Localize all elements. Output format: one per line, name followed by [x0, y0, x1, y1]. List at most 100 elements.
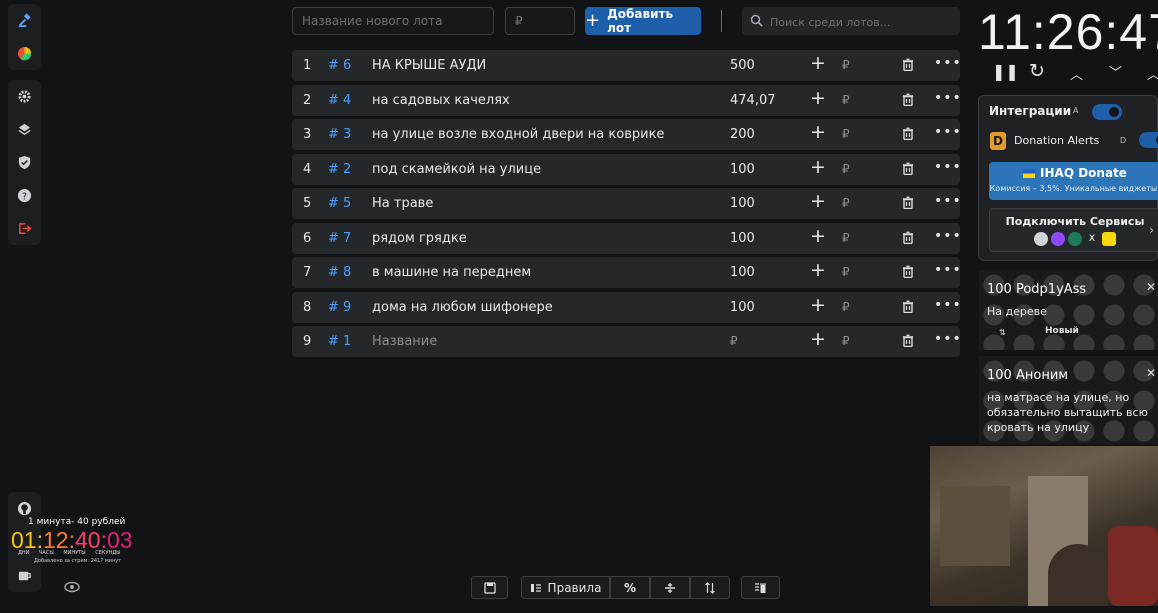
integrations-toggle[interactable] — [1092, 104, 1122, 120]
more-options-icon[interactable]: ••• — [934, 55, 962, 71]
trash-icon[interactable] — [902, 300, 914, 313]
lot-row[interactable]: 6 # 7 рядом грядке 100 + ₽ ••• — [292, 222, 962, 254]
plus-icon[interactable]: + — [810, 192, 826, 211]
plus-icon[interactable]: + — [810, 54, 826, 73]
donation-alerts-toggle[interactable] — [1139, 132, 1158, 148]
add-amount-input[interactable]: ₽ — [842, 93, 850, 107]
lot-name[interactable]: дома на любом шифонере — [372, 300, 553, 315]
lot-row[interactable]: 5 # 5 На траве 100 + ₽ ••• — [292, 188, 962, 219]
lot-row[interactable]: 1 # 6 НА КРЫШЕ АУДИ 500 + ₽ ••• — [292, 50, 962, 81]
new-lot-name-input[interactable] — [292, 7, 494, 35]
add-amount-input[interactable]: ₽ — [842, 58, 850, 72]
plus-icon[interactable]: + — [810, 261, 826, 280]
layers-icon[interactable] — [8, 113, 41, 146]
plus-icon[interactable]: + — [810, 226, 826, 246]
lot-amount[interactable]: 500 — [730, 58, 755, 73]
percent-button[interactable]: % — [610, 576, 650, 599]
plus-icon[interactable]: + — [810, 295, 826, 315]
lot-amount[interactable]: 100 — [730, 231, 755, 246]
eye-icon[interactable] — [64, 580, 80, 594]
ihaq-donate-button[interactable]: IHAQ Donate Комиссия – 3,5%. Уникальные … — [989, 162, 1158, 200]
lot-name[interactable]: На траве — [372, 196, 433, 211]
plus-icon[interactable]: + — [810, 123, 826, 142]
lot-amount[interactable]: ₽ — [730, 334, 738, 348]
connect-services-button[interactable]: Подключить Сервисы X › — [989, 208, 1158, 252]
lot-name[interactable]: НА КРЫШЕ АУДИ — [372, 58, 486, 73]
logout-icon[interactable] — [8, 212, 41, 245]
split-button[interactable] — [650, 576, 690, 599]
chevron-up-icon[interactable]: ︿ — [1070, 64, 1083, 83]
search-icon — [750, 14, 763, 27]
add-amount-input[interactable]: ₽ — [842, 334, 850, 348]
add-amount-input[interactable]: ₽ — [842, 162, 850, 176]
search-input[interactable] — [768, 7, 960, 37]
plus-icon[interactable]: + — [810, 157, 826, 177]
gear-icon[interactable] — [8, 80, 41, 113]
new-lot-price-input[interactable] — [505, 7, 575, 35]
trash-icon[interactable] — [902, 162, 914, 175]
more-options-icon[interactable]: ••• — [934, 90, 962, 106]
collapse-icon[interactable]: ︿ — [1147, 64, 1158, 83]
sort-button[interactable] — [690, 576, 730, 599]
lot-name[interactable]: на улице возле входной двери на коврике — [372, 127, 664, 142]
lot-amount[interactable]: 100 — [730, 300, 755, 315]
plus-icon[interactable]: + — [810, 88, 826, 108]
lot-name[interactable]: в машине на переднем — [372, 265, 531, 280]
lot-amount[interactable]: 474,07 — [730, 93, 776, 108]
shield-icon[interactable] — [8, 146, 41, 179]
more-options-icon[interactable]: ••• — [934, 297, 962, 313]
donation-alerts-label: Donation Alerts — [1014, 134, 1100, 147]
stream-clock: 11:26:47 — [978, 4, 1158, 60]
more-options-icon[interactable]: ••• — [934, 262, 962, 278]
lot-row[interactable]: 7 # 8 в машине на переднем 100 + ₽ ••• — [292, 257, 962, 288]
link-icon — [1068, 232, 1082, 246]
lot-amount[interactable]: 100 — [730, 162, 755, 177]
lot-row[interactable]: 2 # 4 на садовых качелях 474,07 + ₽ ••• — [292, 84, 962, 116]
trash-icon[interactable] — [902, 265, 914, 279]
help-icon[interactable]: ? — [8, 179, 41, 212]
trash-icon[interactable] — [902, 231, 914, 244]
trash-icon[interactable] — [902, 334, 914, 348]
lot-amount[interactable]: 100 — [730, 265, 755, 280]
close-icon[interactable]: ✕ — [1146, 366, 1156, 380]
add-amount-input[interactable]: ₽ — [842, 231, 850, 245]
close-icon[interactable]: ✕ — [1146, 280, 1156, 294]
lot-row[interactable]: 3 # 3 на улице возле входной двери на ковр… — [292, 119, 962, 150]
lot-amount[interactable]: 200 — [730, 127, 755, 142]
trash-icon[interactable] — [902, 93, 914, 106]
add-amount-input[interactable]: ₽ — [842, 127, 850, 141]
more-options-icon[interactable]: ••• — [934, 331, 962, 347]
trash-icon[interactable] — [902, 58, 914, 72]
add-amount-input[interactable]: ₽ — [842, 196, 850, 210]
reset-icon[interactable]: ↻ — [1029, 60, 1045, 82]
add-amount-input[interactable]: ₽ — [842, 300, 850, 314]
chevron-down-icon[interactable]: ﹀ — [1109, 62, 1122, 81]
rules-button[interactable]: Правила — [521, 576, 610, 599]
add-lot-button[interactable]: + Добавить лот — [585, 7, 701, 35]
donation-card[interactable]: 100 Аноним на матрасе на улице, но обяза… — [979, 356, 1158, 444]
auction-hammer-icon[interactable] — [8, 4, 41, 37]
pause-icon[interactable]: ❚❚ — [992, 62, 1019, 81]
plus-icon[interactable]: + — [810, 330, 826, 349]
lot-row[interactable]: 9 # 1 Название ₽ + ₽ ••• — [292, 326, 962, 357]
lot-name[interactable]: рядом грядке — [372, 231, 467, 246]
lot-id: # 6 — [328, 58, 352, 73]
lot-amount[interactable]: 100 — [730, 196, 755, 211]
lot-name[interactable]: на садовых качелях — [372, 93, 510, 108]
more-options-icon[interactable]: ••• — [934, 228, 962, 244]
trash-icon[interactable] — [902, 196, 914, 210]
more-options-icon[interactable]: ••• — [934, 159, 962, 175]
lot-name[interactable]: Название — [372, 334, 437, 349]
donation-card[interactable]: 100 Podp1yAss На дереве ⇅ Новый ✕ — [979, 270, 1158, 350]
more-options-icon[interactable]: ••• — [934, 193, 962, 209]
add-amount-input[interactable]: ₽ — [842, 265, 850, 279]
wheel-icon[interactable] — [8, 37, 41, 70]
lot-row[interactable]: 8 # 9 дома на любом шифонере 100 + ₽ ••• — [292, 291, 962, 323]
more-options-icon[interactable]: ••• — [934, 124, 962, 140]
save-button[interactable] — [471, 576, 508, 599]
clear-all-button[interactable] — [741, 576, 780, 599]
lot-name[interactable]: под скамейкой на улице — [372, 162, 541, 177]
trash-icon[interactable] — [902, 127, 914, 141]
donation-user: Аноним — [1015, 368, 1069, 383]
lot-row[interactable]: 4 # 2 под скамейкой на улице 100 + ₽ ••• — [292, 153, 962, 185]
